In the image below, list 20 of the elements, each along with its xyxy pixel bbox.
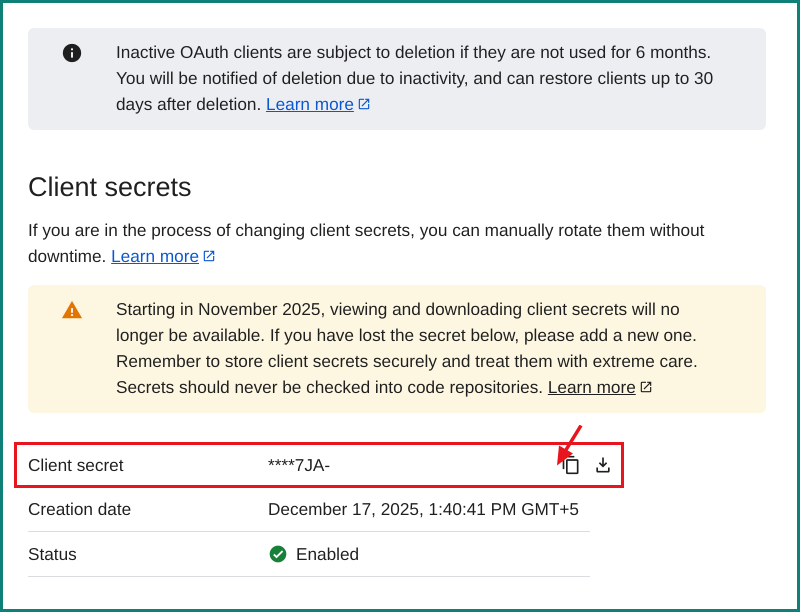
row-label: Status [28,544,78,564]
notice-text: Inactive OAuth clients are subject to deletion if they are not used for 6 months. You will be notified of deletion due to inactivity, and can restore clients up to 30 days after deletion. Learn more [116,42,714,114]
external-link-icon [356,97,371,111]
info-icon [61,42,83,64]
check-circle-icon [268,544,288,564]
external-link-icon [638,380,653,394]
warning-icon [61,299,83,321]
external-link-icon [202,249,216,263]
status-value: Enabled [296,544,360,564]
arrow-annotation [556,425,583,466]
row-label: Client secret [28,454,125,476]
learn-more-link[interactable]: Learn more [266,94,371,114]
section-title: Client secrets [28,172,193,203]
notice-text: Starting in November 2025, viewing and downloading client secrets will no longer be available. If you have lost the secret below, please add a new one. Remember to store client secrets securely and treat them with extreme care. Secrets should never be checked into code repositories. Learn more [116,299,698,397]
learn-more-link[interactable]: Learn more [548,377,653,397]
section-description: If you are in the process of changing client secrets, you can manually rotate them without downtime. Learn more [28,220,704,266]
row-label: Creation date [28,498,132,520]
secret-value: ****7JA- [268,454,330,476]
date-value: December 17, 2025, 1:40:41 PM GMT+5 [268,498,579,520]
learn-more-link[interactable]: Learn more [111,246,216,266]
